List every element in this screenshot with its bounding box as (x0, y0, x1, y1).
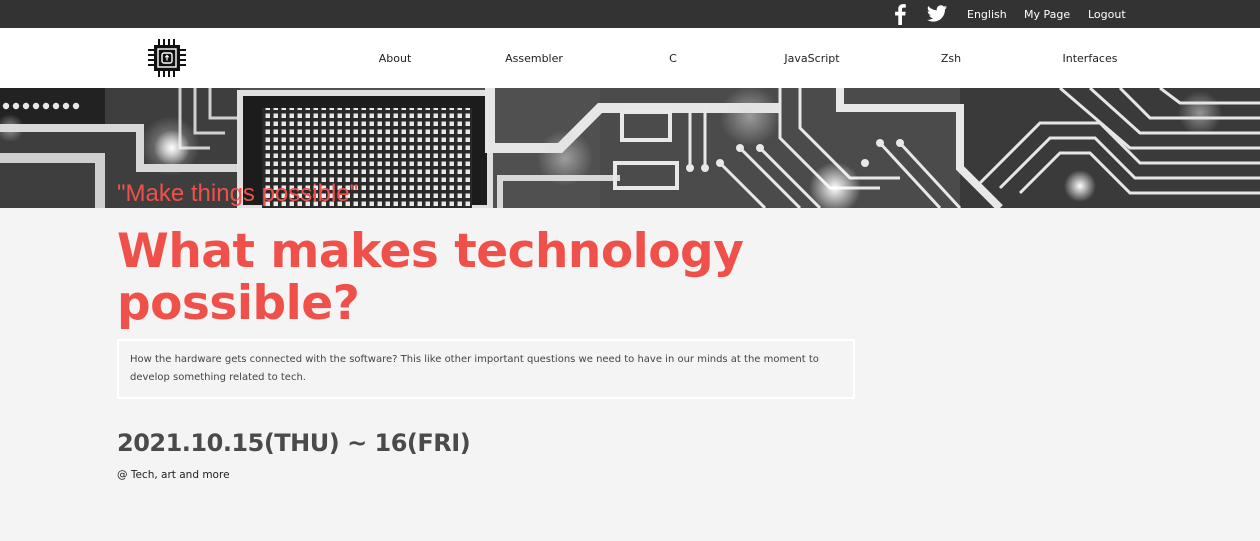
facebook-icon[interactable] (893, 3, 907, 25)
event-dates: 2021.10.15(THU) ~ 16(FRI) (117, 429, 471, 457)
logout-link[interactable]: Logout (1088, 8, 1126, 21)
nav-item-about[interactable]: About (335, 52, 455, 65)
hero-tagline: "Make things possible" (117, 180, 359, 207)
main-nav: About Assembler C JavaScript Zsh Interfa… (0, 28, 1260, 88)
chip-icon[interactable] (146, 38, 188, 78)
page-title: What makes technology possible? (117, 224, 744, 331)
nav-item-zsh[interactable]: Zsh (891, 52, 1011, 65)
mypage-link[interactable]: My Page (1024, 8, 1070, 21)
twitter-icon[interactable] (926, 3, 948, 25)
nav-item-javascript[interactable]: JavaScript (752, 52, 872, 65)
intro-box: How the hardware gets connected with the… (117, 339, 855, 399)
nav-item-interfaces[interactable]: Interfaces (1030, 52, 1150, 65)
language-link[interactable]: English (967, 8, 1007, 21)
intro-text: How the hardware gets connected with the… (130, 354, 819, 383)
nav-item-c[interactable]: C (613, 52, 733, 65)
nav-item-assembler[interactable]: Assembler (474, 52, 594, 65)
event-venue: @ Tech, art and more (117, 469, 230, 481)
top-bar: English My Page Logout (0, 0, 1260, 28)
